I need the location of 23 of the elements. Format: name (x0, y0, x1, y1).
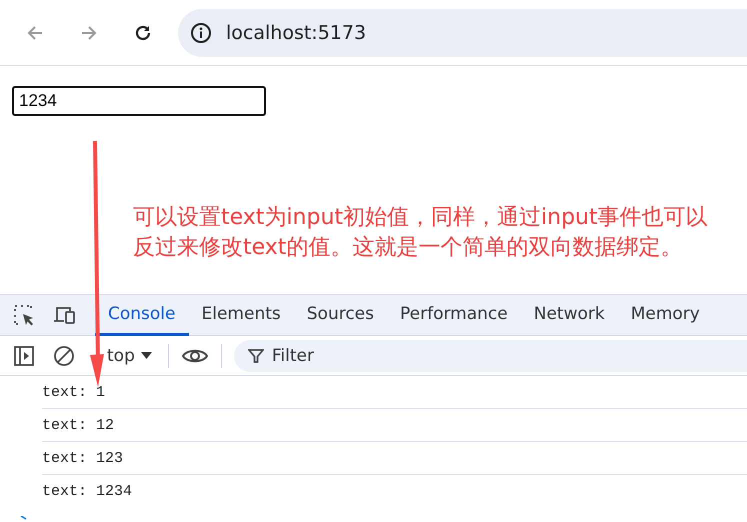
devtools-tab[interactable]: Console (95, 294, 188, 336)
filter-field[interactable]: Filter (234, 340, 747, 372)
console-log-message: text: 12 (42, 416, 114, 434)
info-icon[interactable] (190, 22, 212, 44)
annotation-text: 可以设置text为input初始值，同样，通过input事件也可以反过来修改text的值。这就是一个简单的双向数据绑定。 (133, 204, 709, 262)
sidebar-icon[interactable] (13, 344, 35, 366)
device-icon[interactable] (53, 304, 77, 326)
devtools-tab[interactable]: Sources (294, 294, 387, 336)
devtools-tab[interactable]: Network (520, 294, 618, 336)
devtools-tab[interactable]: Memory (618, 294, 713, 336)
filter-icon (248, 348, 264, 364)
console-log-message: text: 123 (42, 450, 124, 466)
console-log-message: text: 1 (42, 384, 106, 400)
clear-icon[interactable] (53, 344, 75, 366)
address-bar[interactable]: localhost:5173 (178, 8, 747, 56)
caret-icon (140, 352, 152, 360)
console-log-message: text: 1234 (42, 482, 132, 500)
devtools-tab[interactable]: Performance (387, 294, 521, 336)
context-dropdown[interactable]: top (103, 346, 156, 366)
inspect-icon[interactable] (13, 304, 35, 326)
devtools-tab[interactable]: Elements (188, 294, 294, 336)
text-input[interactable]: 1234 (12, 86, 266, 116)
url-text: localhost:5173 (226, 22, 366, 44)
